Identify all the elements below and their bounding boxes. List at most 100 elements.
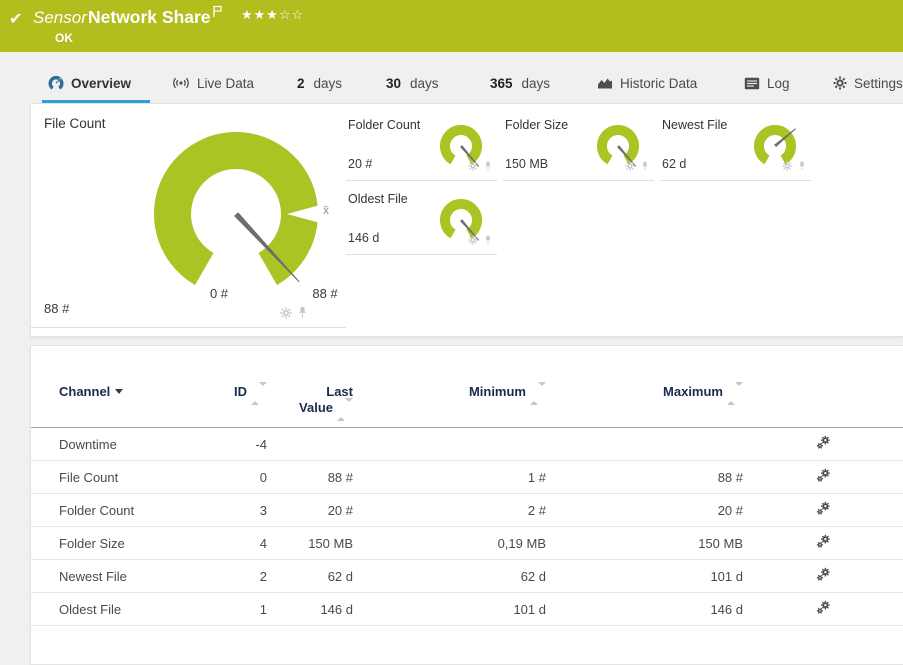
gauge-current-value: 20 # [348,157,372,171]
gear-icon[interactable] [782,158,792,176]
tab-365-days[interactable]: 365 days [490,70,550,96]
tab-number: 365 [490,76,513,91]
pin-icon[interactable] [640,158,650,176]
gear-icon[interactable] [625,158,635,176]
tab-label: Log [767,76,790,91]
channels-table-panel: Channel ID Last Value Minimum Maximum Do… [30,345,903,665]
tab-number: 2 [297,76,305,91]
channel-settings-icon[interactable] [816,534,831,552]
historic-chart-icon [597,76,613,90]
tab-live-data[interactable]: Live Data [172,70,254,96]
gauge-title: Folder Size [505,118,568,132]
gauge-title: Folder Count [348,118,420,132]
channel-name: Folder Count [59,503,219,518]
pin-icon[interactable] [297,306,308,324]
channel-maximum: 101 d [546,569,743,584]
gauge-tile-folder-count: Folder Count 20 # [346,113,497,181]
channel-settings-icon[interactable] [816,435,831,453]
live-data-icon [172,76,190,90]
tab-30-days[interactable]: 30 days [386,70,439,96]
gauge-current-value: 62 d [662,157,686,171]
gauge-title: File Count [44,116,106,131]
channel-id: 3 [219,503,267,518]
channel-maximum: 20 # [546,503,743,518]
gear-icon[interactable] [280,306,292,324]
channel-maximum: 146 d [546,602,743,617]
sensor-name: Network Share [88,7,211,28]
tab-2-days[interactable]: 2 days [297,70,342,96]
channel-minimum: 2 # [353,503,546,518]
gear-icon [833,76,847,90]
tab-overview[interactable]: Overview [48,70,131,96]
tab-label: Live Data [197,76,254,91]
tab-log[interactable]: Log [744,70,790,96]
average-marker-notch [287,205,320,223]
gauge-scale-max: 88 # [295,286,355,301]
table-row: Folder Count 3 20 # 2 # 20 # [31,494,903,527]
gauge-tile-newest-file: Newest File 62 d [660,113,811,181]
table-row: Folder Size 4 150 MB 0,19 MB 150 MB [31,527,903,560]
gauge-tile-file-count: File Count x̄ 0 # 88 # 88 # [31,104,346,328]
gauge-current-value: 88 # [44,301,69,316]
tile-controls [280,306,308,324]
gauge-title: Newest File [662,118,727,132]
gear-icon[interactable] [468,232,478,250]
channel-id: 0 [219,470,267,485]
gauge-current-value: 150 MB [505,157,548,171]
tile-controls [468,158,493,176]
column-header-id[interactable]: ID [219,384,267,401]
gear-icon[interactable] [468,158,478,176]
sort-icons [727,386,743,401]
channel-last-value: 20 # [267,503,353,518]
table-header-row: Channel ID Last Value Minimum Maximum [31,376,903,428]
gauge-tile-oldest-file: Oldest File 146 d [346,187,497,255]
tab-label: Settings [854,76,903,91]
pin-icon[interactable] [797,158,807,176]
pin-icon[interactable] [483,158,493,176]
average-marker-label: x̄ [323,203,329,217]
file-count-gauge [141,119,331,309]
tile-controls [782,158,807,176]
column-header-last-value[interactable]: Last Value [267,384,353,418]
channel-id: 2 [219,569,267,584]
log-icon [744,77,760,90]
tab-number: 30 [386,76,401,91]
tab-label: Historic Data [620,76,697,91]
gauge-icon [48,75,64,91]
sort-icons [530,386,546,401]
tab-bar: Overview Live Data 2 days 30 days 365 da… [0,62,903,96]
channel-name: Folder Size [59,536,219,551]
channel-minimum: 101 d [353,602,546,617]
column-header-maximum[interactable]: Maximum [546,384,743,401]
tile-controls [625,158,650,176]
priority-stars[interactable]: ★★★☆☆ [241,7,304,23]
tab-label: days [522,76,551,91]
sensor-header-bar: ✔ Sensor Network Share ★★★☆☆ OK [0,0,903,52]
channel-last-value: 146 d [267,602,353,617]
tab-historic-data[interactable]: Historic Data [597,70,697,96]
tab-settings[interactable]: Settings [833,70,903,96]
gauge-title: Oldest File [348,192,408,206]
column-header-channel[interactable]: Channel [59,384,219,399]
pin-icon[interactable] [483,232,493,250]
channel-id: 4 [219,536,267,551]
channel-last-value: 88 # [267,470,353,485]
channel-id: 1 [219,602,267,617]
channel-minimum: 62 d [353,569,546,584]
sensor-status-text: OK [55,31,73,45]
flag-icon[interactable] [212,5,223,23]
table-row: Oldest File 1 146 d 101 d 146 d [31,593,903,626]
column-header-minimum[interactable]: Minimum [353,384,546,401]
channel-maximum: 150 MB [546,536,743,551]
channel-settings-icon[interactable] [816,468,831,486]
channel-id: -4 [219,437,267,452]
sensor-type-label: Sensor [33,8,87,28]
channel-settings-icon[interactable] [816,600,831,618]
channel-settings-icon[interactable] [816,501,831,519]
channels-table: Channel ID Last Value Minimum Maximum Do… [31,376,903,626]
status-check-icon: ✔ [9,9,22,29]
gauge-current-value: 146 d [348,231,379,245]
tab-label: Overview [71,76,131,91]
channel-settings-icon[interactable] [816,567,831,585]
tab-label: days [410,76,439,91]
